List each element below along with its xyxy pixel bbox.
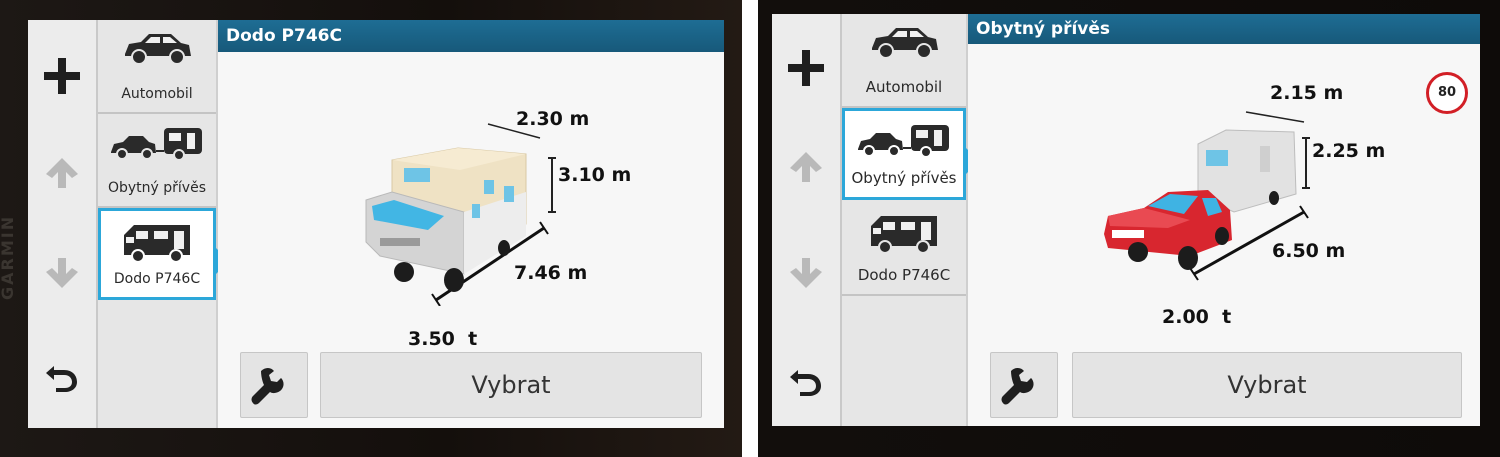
arrow-down-icon bbox=[790, 258, 822, 288]
device-photo-right: Automobil Obytný přívěs Dodo P746C Obytn… bbox=[758, 0, 1500, 457]
vehicle-detail-panel: Obytný přívěs 80 2.15 m 2.25 m 6.50 m 2.… bbox=[968, 14, 1480, 426]
vehicle-detail-panel: Dodo P746C 2.30 m 3.10 m 7.46 m 3.50 t V… bbox=[218, 20, 724, 428]
add-button[interactable] bbox=[772, 48, 840, 88]
select-button[interactable]: Vybrat bbox=[1072, 352, 1462, 418]
vehicle-list: Automobil Obytný přívěs Dodo P746C bbox=[842, 14, 979, 426]
navigator-screen: Automobil Obytný přívěs bbox=[28, 20, 724, 428]
arrow-down-icon bbox=[46, 258, 78, 288]
settings-button[interactable] bbox=[990, 352, 1058, 418]
page-title: Obytný přívěs bbox=[968, 14, 1480, 44]
add-button[interactable] bbox=[28, 56, 96, 96]
vehicle-list: Automobil Obytný přívěs Dodo P746C bbox=[98, 20, 229, 428]
scroll-up-button[interactable] bbox=[28, 156, 96, 190]
car-icon bbox=[872, 28, 938, 59]
select-button[interactable]: Vybrat bbox=[320, 352, 702, 418]
vehicle-label: Dodo P746C bbox=[857, 266, 951, 284]
arrow-up-icon bbox=[790, 152, 822, 182]
vehicle-item-automobil[interactable]: Automobil bbox=[98, 20, 216, 114]
width-value: 2.15 m bbox=[1270, 82, 1344, 104]
plus-icon bbox=[44, 58, 80, 94]
car-caravan-icon bbox=[111, 128, 202, 161]
settings-button[interactable] bbox=[240, 352, 308, 418]
height-value: 2.25 m bbox=[1312, 140, 1386, 162]
vehicle-label: Automobil bbox=[865, 78, 943, 96]
vehicle-label: Dodo P746C bbox=[113, 271, 201, 287]
control-column bbox=[28, 20, 98, 428]
wrench-icon bbox=[251, 368, 284, 405]
length-value: 7.46 m bbox=[514, 262, 588, 284]
motorhome-icon bbox=[871, 216, 937, 254]
device-photo-left: GARMIN Automobil Obytný přívěs Dodo P746… bbox=[0, 0, 742, 457]
vehicle-item-dodo-p746c[interactable]: Dodo P746C bbox=[842, 202, 966, 296]
page-title: Dodo P746C bbox=[218, 20, 724, 52]
control-column bbox=[772, 14, 842, 426]
vehicle-item-obytny-prives[interactable]: Obytný přívěs bbox=[842, 108, 979, 200]
vehicle-label: Obytný přívěs bbox=[107, 180, 206, 196]
plus-icon bbox=[788, 50, 824, 86]
scroll-down-button[interactable] bbox=[772, 256, 840, 290]
wrench-icon bbox=[1001, 368, 1034, 405]
speed-limit-sign: 80 bbox=[1426, 72, 1468, 114]
height-value: 3.10 m bbox=[558, 164, 632, 186]
back-button[interactable] bbox=[772, 362, 840, 396]
arrow-up-icon bbox=[46, 158, 78, 188]
back-arrow-icon bbox=[46, 366, 77, 392]
weight-value: 2.00 t bbox=[1162, 306, 1232, 328]
car-caravan-icon bbox=[858, 125, 949, 158]
scroll-up-button[interactable] bbox=[772, 150, 840, 184]
vehicle-item-dodo-p746c[interactable]: Dodo P746C bbox=[98, 208, 229, 300]
bezel-brand: GARMIN bbox=[0, 214, 17, 300]
scroll-down-button[interactable] bbox=[28, 256, 96, 290]
vehicle-label: Obytný přívěs bbox=[851, 169, 957, 187]
vehicle-item-obytny-prives[interactable]: Obytný přívěs bbox=[98, 114, 216, 208]
motorhome-icon bbox=[124, 225, 190, 263]
navigator-screen: Automobil Obytný přívěs bbox=[772, 14, 1480, 426]
vehicle-dimensions: 2.30 m 3.10 m 7.46 m 3.50 t Vybrat bbox=[218, 52, 724, 428]
vehicle-item-automobil[interactable]: Automobil bbox=[842, 14, 966, 108]
back-button[interactable] bbox=[28, 358, 96, 392]
vehicle-label: Automobil bbox=[121, 86, 193, 102]
width-value: 2.30 m bbox=[516, 108, 590, 130]
length-value: 6.50 m bbox=[1272, 240, 1346, 262]
back-arrow-icon bbox=[790, 370, 821, 396]
car-icon bbox=[125, 34, 191, 65]
vehicle-dimensions: 80 2.15 m 2.25 m 6.50 m 2.00 t Vybrat bbox=[968, 44, 1480, 426]
weight-value: 3.50 t bbox=[408, 328, 478, 350]
